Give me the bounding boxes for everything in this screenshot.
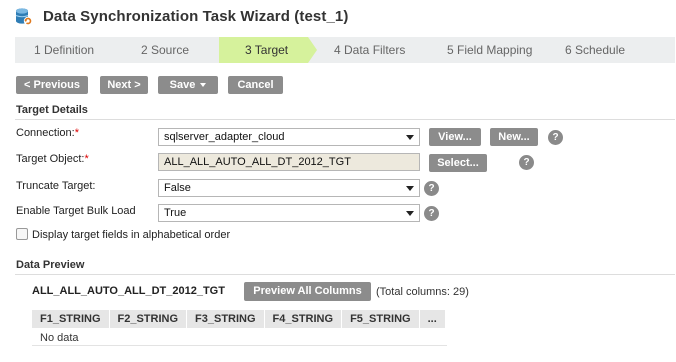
column-header: F2_STRING bbox=[109, 310, 187, 328]
truncate-target-select[interactable]: False bbox=[158, 179, 420, 197]
window-title-bar: Data Synchronization Task Wizard (test_1… bbox=[14, 5, 348, 27]
total-columns-text: (Total columns: 29) bbox=[376, 286, 469, 298]
help-icon[interactable]: ? bbox=[548, 130, 563, 145]
bulk-load-select[interactable]: True bbox=[158, 204, 420, 222]
column-header: F1_STRING bbox=[32, 310, 109, 328]
help-icon[interactable]: ? bbox=[424, 181, 439, 196]
previous-button[interactable]: < Previous bbox=[16, 76, 88, 94]
dropdown-arrow-icon bbox=[406, 135, 414, 140]
help-icon[interactable]: ? bbox=[519, 155, 534, 170]
step-data-filters[interactable]: 4 Data Filters bbox=[308, 37, 428, 63]
column-header: F3_STRING bbox=[187, 310, 264, 328]
step-target[interactable]: 3 Target bbox=[219, 37, 317, 63]
bulk-load-value: True bbox=[164, 207, 187, 219]
target-object-field[interactable]: ALL_ALL_AUTO_ALL_DT_2012_TGT bbox=[158, 153, 420, 171]
connection-select[interactable]: sqlserver_adapter_cloud bbox=[158, 128, 420, 146]
bulk-load-label: Enable Target Bulk Load bbox=[16, 205, 136, 217]
preview-grid-bottom bbox=[32, 345, 447, 346]
data-preview-heading: Data Preview bbox=[16, 259, 85, 271]
save-button[interactable]: Save bbox=[158, 76, 218, 94]
target-details-heading: Target Details bbox=[16, 104, 88, 116]
help-icon[interactable]: ? bbox=[424, 206, 439, 221]
alphabetical-order-checkbox[interactable] bbox=[16, 228, 28, 240]
preview-all-columns-button[interactable]: Preview All Columns bbox=[244, 282, 371, 301]
step-schedule[interactable]: 6 Schedule bbox=[565, 37, 655, 63]
column-header: F5_STRING bbox=[342, 310, 419, 328]
next-button[interactable]: Next > bbox=[100, 76, 148, 94]
target-object-label: Target Object:* bbox=[16, 153, 89, 165]
page-title: Data Synchronization Task Wizard (test_1… bbox=[43, 7, 349, 25]
truncate-target-value: False bbox=[164, 182, 191, 194]
step-source[interactable]: 2 Source bbox=[122, 37, 219, 63]
step-definition[interactable]: 1 Definition bbox=[15, 37, 122, 63]
preview-object-name: ALL_ALL_AUTO_ALL_DT_2012_TGT bbox=[32, 285, 225, 297]
section-divider bbox=[15, 274, 675, 275]
alphabetical-order-label: Display target fields in alphabetical or… bbox=[32, 229, 231, 241]
step-field-mapping[interactable]: 5 Field Mapping bbox=[428, 37, 565, 63]
wizard-steps: 1 Definition 2 Source 3 Target 4 Data Fi… bbox=[15, 37, 675, 63]
no-data-text: No data bbox=[40, 332, 79, 344]
select-target-button[interactable]: Select... bbox=[429, 154, 487, 172]
section-divider bbox=[15, 119, 675, 120]
data-sync-icon bbox=[15, 7, 33, 25]
column-header: F4_STRING bbox=[264, 310, 342, 328]
chevron-down-icon bbox=[200, 83, 207, 88]
preview-grid-header: F1_STRING F2_STRING F3_STRING F4_STRING … bbox=[32, 310, 446, 328]
dropdown-arrow-icon bbox=[406, 186, 414, 191]
view-connection-button[interactable]: View... bbox=[429, 128, 481, 146]
cancel-button[interactable]: Cancel bbox=[228, 76, 283, 94]
truncate-target-label: Truncate Target: bbox=[16, 180, 96, 192]
connection-label: Connection:* bbox=[16, 127, 79, 139]
save-button-label: Save bbox=[169, 79, 196, 91]
dropdown-arrow-icon bbox=[406, 211, 414, 216]
column-header-more: ... bbox=[419, 310, 445, 328]
new-connection-button[interactable]: New... bbox=[490, 128, 538, 146]
connection-value: sqlserver_adapter_cloud bbox=[164, 131, 285, 143]
